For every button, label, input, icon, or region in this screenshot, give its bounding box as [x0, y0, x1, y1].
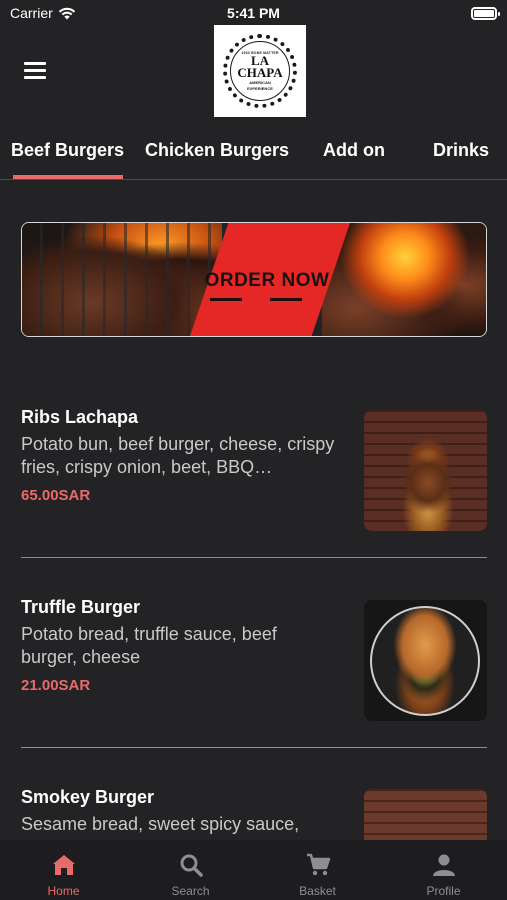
- logo-sub-line1: AMERICAN: [249, 80, 271, 85]
- nav-home[interactable]: Home: [0, 840, 127, 900]
- product-item-smokey-burger[interactable]: Smokey Burger Sesame bread, sweet spicy …: [0, 787, 507, 840]
- product-price: 65.00SAR: [21, 487, 91, 504]
- hamburger-menu-icon[interactable]: [24, 62, 46, 80]
- profile-icon: [432, 854, 455, 876]
- product-description: Sesame bread, sweet spicy sauce,: [21, 814, 300, 834]
- product-description: Potato bread, truffle sauce, beef burger…: [21, 624, 277, 667]
- bottom-navigation: Home Search Basket Profile: [0, 840, 507, 900]
- truffle-burger-circle-frame: [370, 606, 480, 716]
- banner-grill-image-right: [322, 223, 486, 336]
- banner-dash-left: [210, 298, 242, 301]
- nav-profile[interactable]: Profile: [380, 840, 507, 900]
- category-tabs: Beef Burgers Chicken Burgers Add on Drin…: [0, 130, 507, 180]
- nav-search-label: Search: [171, 884, 210, 898]
- product-description-text: Potato bun, beef burger, cheese, crispy …: [21, 434, 335, 477]
- brand-logo: 1933 BONE MATTER LA CHAPA AMERICAN EXPER…: [214, 25, 306, 117]
- divider: [21, 557, 487, 558]
- order-now-banner[interactable]: ORDER NOW: [21, 222, 487, 337]
- product-image-truffle-burger: [364, 600, 487, 721]
- status-time: 5:41 PM: [227, 5, 280, 21]
- banner-cta-text: ORDER NOW: [204, 270, 330, 291]
- tab-add-on[interactable]: Add on: [323, 140, 385, 161]
- tab-chicken-burgers[interactable]: Chicken Burgers: [145, 140, 289, 161]
- nav-home-label: Home: [47, 884, 80, 898]
- logo-seal: 1933 BONE MATTER LA CHAPA AMERICAN EXPER…: [223, 34, 297, 108]
- product-item-truffle-burger[interactable]: Truffle Burger Potato bread, truffle sau…: [0, 597, 507, 727]
- product-name: Truffle Burger: [21, 597, 141, 617]
- tab-drinks[interactable]: Drinks: [433, 140, 489, 161]
- product-description: Potato bun, beef burger, cheese, crispy …: [21, 433, 346, 479]
- nav-profile-label: Profile: [426, 884, 461, 898]
- home-icon: [52, 855, 75, 875]
- product-item-ribs-lachapa[interactable]: Ribs Lachapa Potato bun, beef burger, ch…: [0, 407, 507, 537]
- banner-grill-lines: [22, 223, 222, 336]
- product-name: Ribs Lachapa: [21, 407, 139, 427]
- divider: [21, 747, 487, 748]
- logo-top-text: 1933 BONE MATTER: [241, 51, 279, 55]
- logo-name-line2: CHAPA: [237, 65, 283, 80]
- cart-icon: [306, 853, 330, 876]
- product-image-smokey-burger: [364, 789, 487, 840]
- nav-basket-label: Basket: [299, 884, 336, 898]
- product-image-ribs-lachapa: [364, 410, 487, 531]
- active-tab-indicator: [13, 175, 123, 179]
- battery-icon: [471, 7, 500, 20]
- tab-beef-burgers[interactable]: Beef Burgers: [11, 140, 124, 161]
- nav-basket[interactable]: Basket: [254, 840, 381, 900]
- banner-dash-right: [270, 298, 302, 301]
- status-bar: Carrier 5:41 PM: [0, 0, 507, 28]
- search-icon: [180, 854, 203, 877]
- product-name: Smokey Burger: [21, 787, 155, 807]
- logo-sub-line2: EXPERIENCE: [247, 86, 273, 91]
- logo-name-line1: LA: [250, 53, 270, 68]
- nav-search[interactable]: Search: [127, 840, 254, 900]
- product-price: 21.00SAR: [21, 677, 91, 694]
